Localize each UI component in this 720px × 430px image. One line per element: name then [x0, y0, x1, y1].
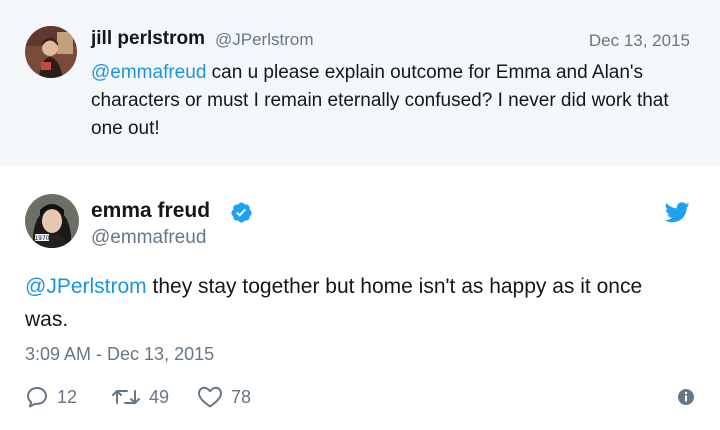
- tweet-actions: 12 49 78: [25, 384, 695, 410]
- retweet-count: 49: [149, 386, 170, 407]
- reply-button[interactable]: 12: [25, 384, 77, 410]
- reply-date[interactable]: Dec 13, 2015: [589, 31, 690, 51]
- heart-icon: [198, 386, 222, 408]
- avatar-jill-image: [25, 26, 77, 78]
- tweet-text: @JPerlstrom they stay together but home …: [25, 270, 685, 336]
- reply-context: jill perlstrom @JPerlstrom Dec 13, 2015 …: [0, 0, 720, 166]
- main-tweet: 1970 emma freud @emmafreud @JPerlstrom t…: [0, 166, 720, 430]
- like-count: 78: [231, 386, 252, 407]
- avatar-jill[interactable]: [25, 26, 77, 78]
- avatar-emma-image: 1970: [25, 194, 79, 248]
- info-icon[interactable]: [677, 388, 695, 406]
- author-name[interactable]: emma freud: [91, 199, 210, 223]
- like-button[interactable]: 78: [197, 384, 251, 410]
- reply-count: 12: [57, 386, 78, 407]
- reply-author-handle[interactable]: @JPerlstrom: [215, 30, 314, 50]
- verified-badge-icon: [231, 202, 252, 223]
- reply-text: @emmafreud can u please explain outcome …: [91, 59, 691, 143]
- reply-author-name[interactable]: jill perlstrom: [91, 28, 205, 50]
- reply-icon: [27, 387, 47, 408]
- avatar-emma[interactable]: 1970: [25, 194, 79, 248]
- retweet-icon: [112, 390, 140, 404]
- tweet-mention-link[interactable]: @JPerlstrom: [25, 275, 147, 298]
- tweet-timestamp[interactable]: 3:09 AM - Dec 13, 2015: [25, 344, 214, 365]
- twitter-bird-icon[interactable]: [665, 202, 690, 223]
- reply-mention-link[interactable]: @emmafreud: [91, 62, 206, 83]
- avatar-badge-text: 1970: [34, 235, 49, 242]
- author-handle[interactable]: @emmafreud: [91, 227, 206, 249]
- retweet-button[interactable]: 49: [111, 384, 169, 410]
